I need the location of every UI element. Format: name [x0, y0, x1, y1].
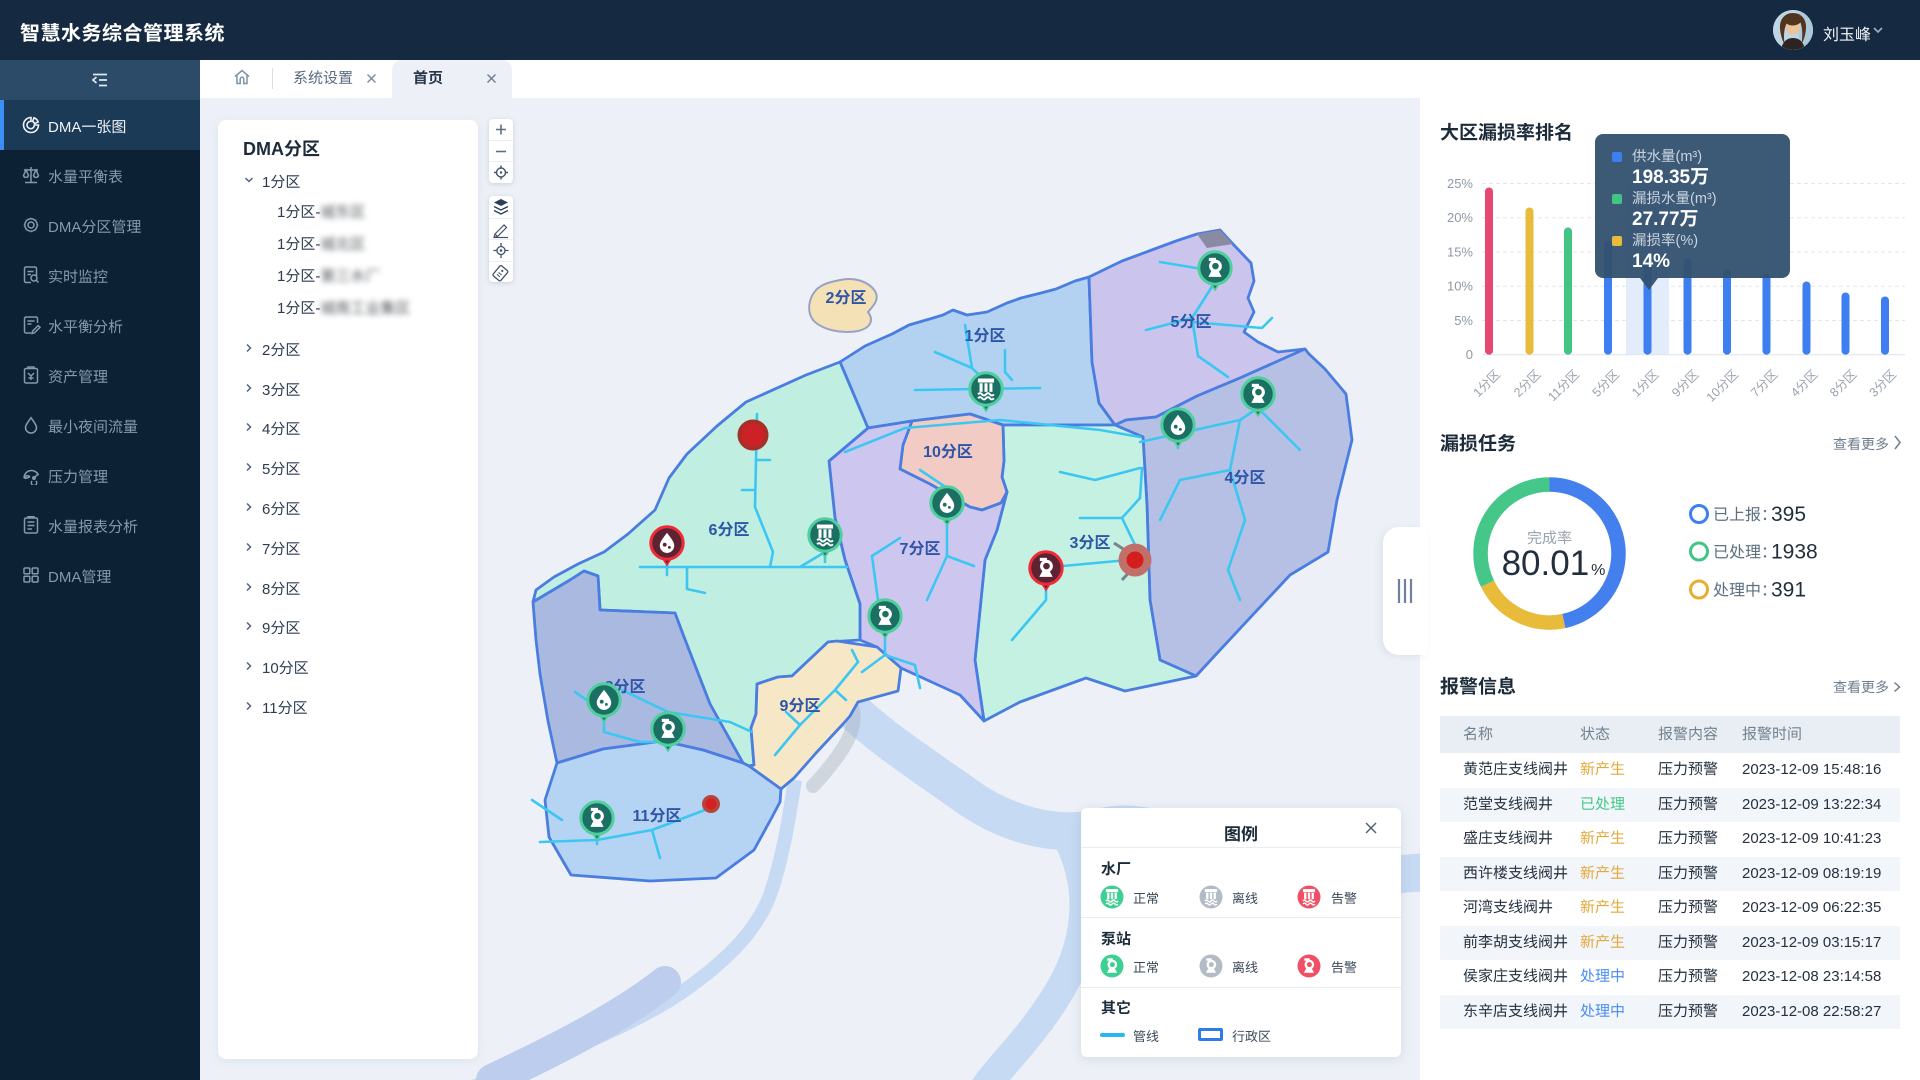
svg-text:198.35万: 198.35万: [1632, 167, 1709, 188]
svg-text:3分区: 3分区: [1070, 534, 1111, 552]
svg-text:9分区: 9分区: [780, 697, 821, 715]
svg-text:27.77万: 27.77万: [1632, 209, 1699, 230]
svg-text:7分区: 7分区: [1748, 367, 1780, 399]
svg-text:查看更多: 查看更多: [1833, 436, 1889, 452]
svg-text:1938: 1938: [1771, 541, 1818, 564]
svg-text:2分区: 2分区: [1511, 367, 1543, 399]
svg-text:2分区: 2分区: [826, 289, 867, 307]
svg-text:10%: 10%: [1447, 279, 1473, 294]
svg-text:11分区: 11分区: [1545, 367, 1582, 404]
svg-text:11分区: 11分区: [633, 807, 682, 825]
svg-text:5分区: 5分区: [1590, 367, 1622, 399]
svg-text:6分区: 6分区: [709, 521, 750, 539]
svg-text:391: 391: [1771, 579, 1806, 602]
svg-text:8分区: 8分区: [1827, 367, 1859, 399]
svg-text:0: 0: [1466, 347, 1473, 362]
svg-text:3分区: 3分区: [1867, 367, 1899, 399]
svg-text:25%: 25%: [1447, 176, 1473, 191]
svg-text:10分区: 10分区: [923, 443, 973, 461]
svg-text:7分区: 7分区: [900, 540, 941, 558]
svg-text:4分区: 4分区: [1788, 367, 1820, 399]
svg-text:10分区: 10分区: [1704, 367, 1741, 404]
svg-text:1分区: 1分区: [965, 327, 1006, 345]
svg-text:395: 395: [1771, 503, 1806, 526]
svg-text:4分区: 4分区: [1225, 469, 1266, 487]
svg-text:处理中：: 处理中：: [1713, 582, 1777, 600]
svg-text:15%: 15%: [1447, 245, 1473, 260]
svg-text:5%: 5%: [1454, 313, 1473, 328]
svg-text:14%: 14%: [1632, 251, 1670, 272]
svg-text:漏损任务: 漏损任务: [1440, 433, 1516, 455]
svg-text:已处理：: 已处理：: [1713, 544, 1777, 562]
svg-text:9分区: 9分区: [1669, 367, 1701, 399]
svg-text:供水量(m³): 供水量(m³): [1632, 148, 1702, 165]
svg-text:漏损水量(m³): 漏损水量(m³): [1632, 190, 1717, 207]
svg-text:漏损率(%): 漏损率(%): [1632, 232, 1698, 249]
svg-text:1分区: 1分区: [1471, 367, 1503, 399]
svg-text:已上报：: 已上报：: [1713, 506, 1777, 524]
svg-text:1分区: 1分区: [1629, 367, 1661, 399]
svg-text:5分区: 5分区: [1171, 313, 1212, 331]
svg-text:80.01%: 80.01%: [1502, 544, 1606, 583]
svg-text:20%: 20%: [1447, 210, 1473, 225]
svg-text:大区漏损率排名: 大区漏损率排名: [1440, 122, 1573, 144]
